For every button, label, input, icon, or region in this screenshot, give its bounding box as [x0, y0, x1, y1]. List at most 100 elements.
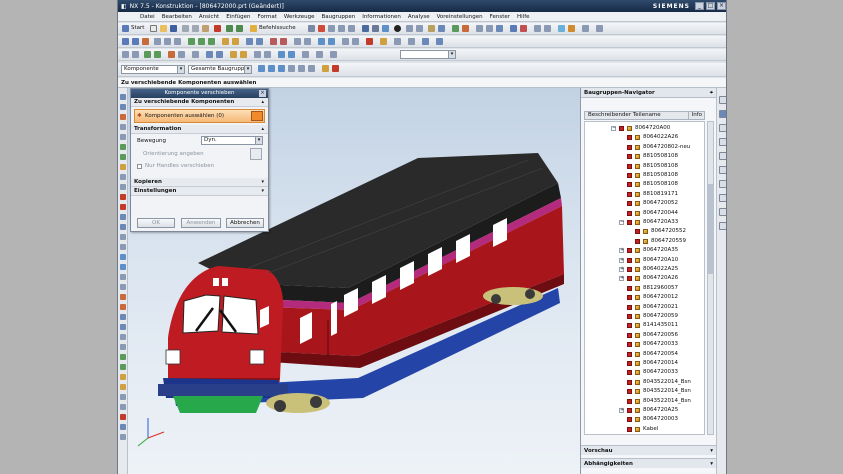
trim-body-icon[interactable]	[222, 38, 229, 45]
offset-face-icon[interactable]	[328, 38, 335, 45]
offset-curve-icon[interactable]	[120, 304, 126, 310]
save-icon[interactable]	[170, 25, 177, 32]
draft-icon[interactable]	[280, 38, 287, 45]
visibility-checkbox-icon[interactable]	[627, 295, 632, 301]
open-folder-icon[interactable]	[160, 25, 167, 32]
tree-row[interactable]: 8810508108	[585, 180, 704, 189]
visibility-checkbox-icon[interactable]	[627, 370, 632, 376]
visibility-checkbox-icon[interactable]	[619, 126, 624, 131]
type-filter-combo[interactable]: Komponente ▾	[121, 65, 185, 74]
render-icon[interactable]	[558, 25, 565, 32]
revolve-icon[interactable]	[132, 38, 139, 45]
assembly-icon[interactable]	[452, 25, 459, 32]
split-body-icon[interactable]	[232, 38, 239, 45]
save-view-icon[interactable]	[330, 51, 337, 58]
reuse-icon[interactable]	[422, 38, 429, 45]
surface-icon[interactable]	[318, 38, 325, 45]
tree-row[interactable]: +8064022A25	[585, 265, 704, 274]
color-icon[interactable]	[168, 51, 175, 58]
minimize-button[interactable]: _	[695, 2, 704, 10]
datum-csys-icon[interactable]	[208, 38, 215, 45]
snap-intersection-icon[interactable]	[288, 65, 295, 72]
tree-row[interactable]: +8064720A10	[585, 256, 704, 265]
sketch-rectangle-icon[interactable]	[120, 124, 126, 130]
menu-format[interactable]: Format	[258, 14, 277, 20]
section-copy-header[interactable]: Kopieren ▾	[131, 178, 268, 187]
collapse-icon[interactable]: −	[619, 220, 624, 225]
tree-row[interactable]: 8064720003	[585, 415, 704, 424]
hyperbola-icon[interactable]	[120, 404, 126, 410]
process-studio-icon[interactable]	[719, 194, 726, 202]
tree-row[interactable]: 8064720802-neu	[585, 143, 704, 152]
maximize-button[interactable]: □	[706, 2, 715, 10]
layer-settings-icon[interactable]	[192, 51, 199, 58]
tools-icon[interactable]	[486, 25, 493, 32]
datum-plane-icon[interactable]	[188, 38, 195, 45]
visibility-checkbox-icon[interactable]	[627, 191, 632, 197]
polygon-icon[interactable]	[120, 374, 126, 380]
constraint-navigator-icon[interactable]	[719, 124, 726, 132]
tree-row[interactable]: 8810508108	[585, 171, 704, 180]
apply-button[interactable]: Anwenden	[181, 218, 221, 228]
analysis-icon[interactable]	[438, 25, 445, 32]
sketch-arc-icon[interactable]	[120, 104, 126, 110]
expand-icon[interactable]: +	[619, 267, 624, 272]
settings-icon[interactable]	[544, 25, 551, 32]
text-curve-icon[interactable]	[120, 254, 126, 260]
expand-icon[interactable]: +	[619, 257, 624, 263]
parabola-icon[interactable]	[120, 394, 126, 400]
menu-fenster[interactable]: Fenster	[490, 14, 510, 20]
tree-row[interactable]: 8064720559	[585, 237, 704, 246]
blend-icon[interactable]	[164, 38, 171, 45]
expand-icon[interactable]: +	[619, 248, 624, 254]
tree-row[interactable]: 8064720033	[585, 340, 704, 349]
orient-view-icon[interactable]	[382, 25, 389, 32]
sketch-fillet-icon[interactable]	[120, 144, 126, 150]
undo-icon[interactable]	[226, 25, 233, 32]
sketch-trim-icon[interactable]	[120, 154, 126, 160]
orientation-icon[interactable]	[250, 148, 262, 160]
preview-panel-header[interactable]: Vorschau ▾	[581, 445, 716, 455]
visibility-checkbox-icon[interactable]	[627, 257, 632, 263]
new-file-icon[interactable]	[150, 25, 157, 32]
menu-informationen[interactable]: Informationen	[362, 14, 401, 20]
delete-face-icon[interactable]	[366, 38, 373, 45]
visibility-checkbox-icon[interactable]	[627, 285, 632, 291]
clipping-plane-icon[interactable]	[264, 51, 271, 58]
history-icon[interactable]	[719, 166, 726, 174]
tree-row[interactable]: 8810508108	[585, 152, 704, 161]
visibility-checkbox-icon[interactable]	[627, 408, 632, 413]
cut-icon[interactable]	[182, 25, 189, 32]
point-icon[interactable]	[230, 51, 237, 58]
tree-row[interactable]: +8064720A35	[585, 246, 704, 255]
constraint-icon[interactable]	[520, 25, 527, 32]
general-conic-icon[interactable]	[120, 414, 126, 420]
tree-row[interactable]: 8810508108	[585, 162, 704, 171]
web-browser-icon[interactable]	[719, 152, 726, 160]
wave-icon[interactable]	[436, 38, 443, 45]
visibility-checkbox-icon[interactable]	[627, 248, 632, 254]
vector-icon[interactable]	[240, 51, 247, 58]
navigator-scrollbar[interactable]	[707, 121, 714, 435]
pan-icon[interactable]	[338, 25, 345, 32]
split-curve-icon[interactable]	[120, 284, 126, 290]
sketch-icon[interactable]	[496, 25, 503, 32]
select-object-button[interactable]	[251, 111, 263, 121]
helix-icon[interactable]	[120, 244, 126, 250]
sweep-icon[interactable]	[294, 38, 301, 45]
dialog-close-button[interactable]: ×	[259, 90, 266, 97]
motion-combo[interactable]: Dyn. ▾	[201, 136, 263, 145]
tree-row[interactable]: 8043522014_Bsn	[585, 378, 704, 387]
copy-icon[interactable]	[192, 25, 199, 32]
assembly-navigator-icon[interactable]	[719, 110, 726, 118]
visibility-checkbox-icon[interactable]	[627, 417, 632, 423]
menu-datei[interactable]: Datei	[140, 14, 155, 20]
tree-row[interactable]: +8064720A26	[585, 274, 704, 283]
select-arrow-icon[interactable]	[122, 51, 129, 58]
join-curve-icon[interactable]	[120, 274, 126, 280]
datum-axis-icon[interactable]	[198, 38, 205, 45]
snap-icon[interactable]	[428, 25, 435, 32]
section-transformation-header[interactable]: Transformation ▴	[131, 125, 268, 134]
expression-icon[interactable]	[408, 38, 415, 45]
mirror-icon[interactable]	[256, 38, 263, 45]
